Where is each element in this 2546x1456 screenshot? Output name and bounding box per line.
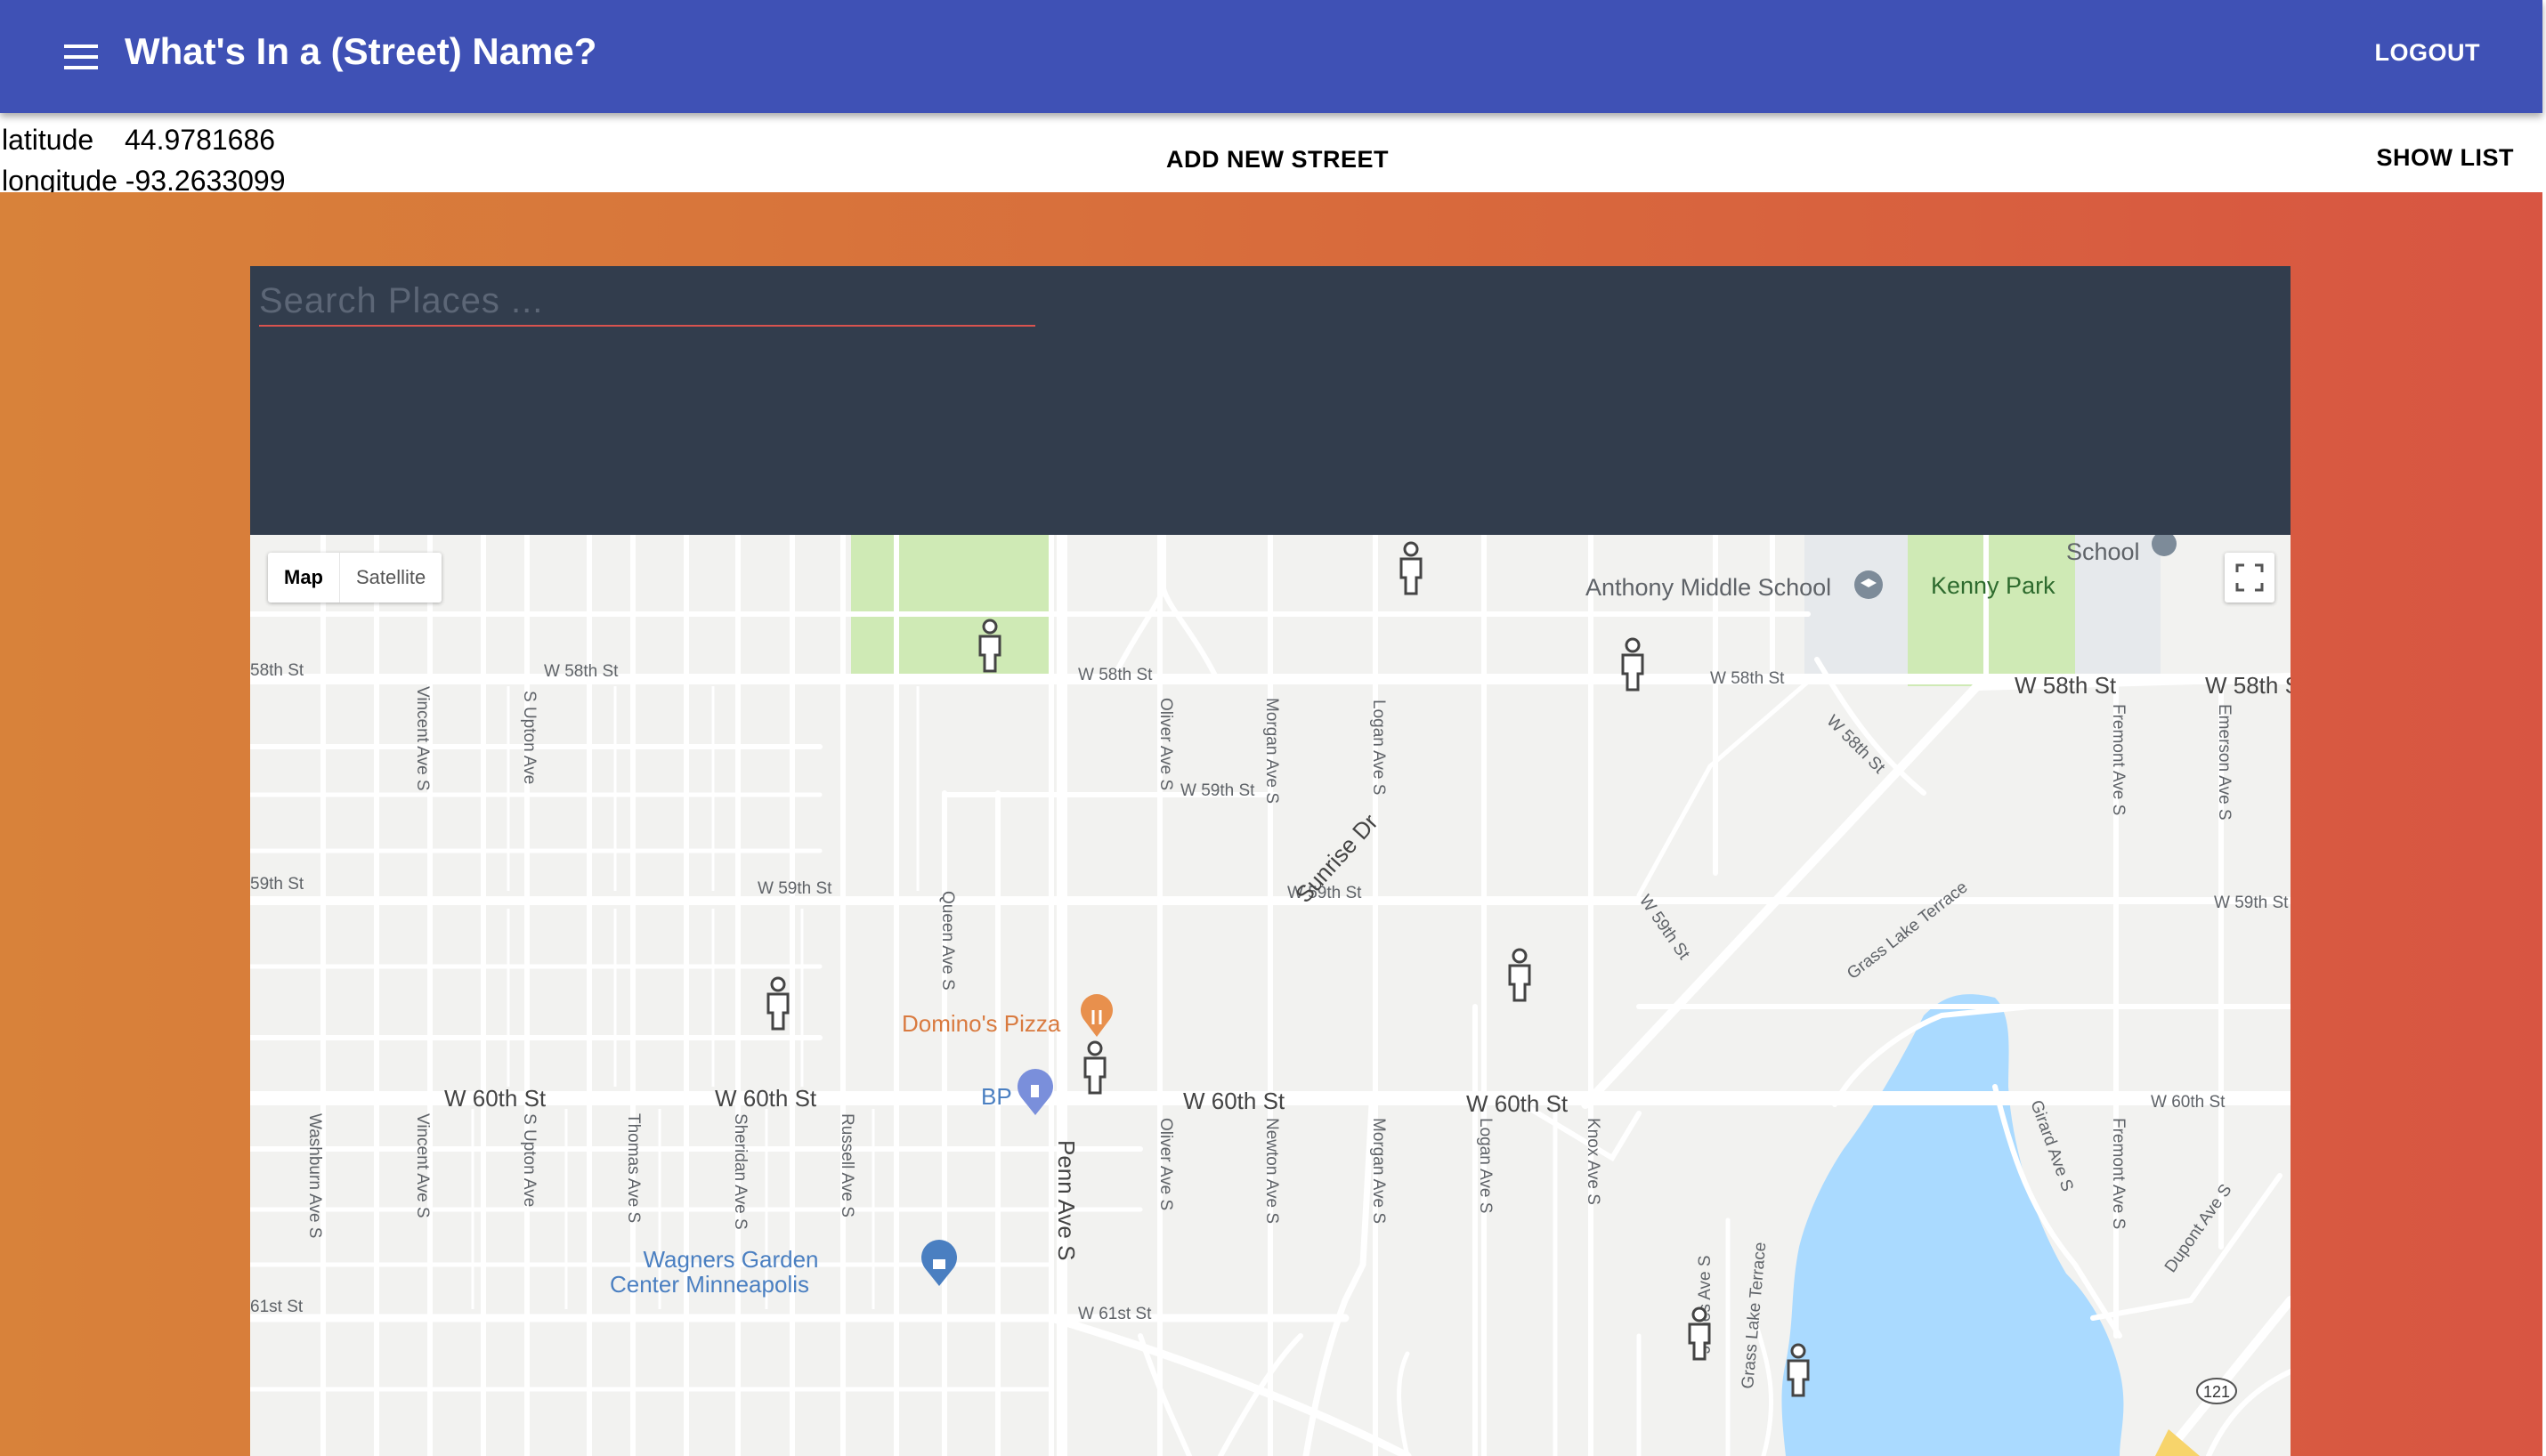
street-label: Sheridan Ave S — [731, 1113, 750, 1230]
school-icon — [1854, 570, 1883, 599]
wagners-label-line2: Center Minneapolis — [610, 1271, 809, 1298]
fullscreen-icon[interactable] — [2225, 553, 2274, 603]
street-label: 59th St — [250, 875, 304, 894]
latitude-value: 44.9781686 — [125, 124, 276, 156]
street-label: Morgan Ave S — [1369, 1118, 1388, 1224]
street-label: Oliver Ave S — [1156, 698, 1175, 790]
street-label: Oliver Ave S — [1156, 1118, 1175, 1210]
street-label: Thomas Ave S — [624, 1113, 643, 1223]
map-type-satellite-button[interactable]: Satellite — [339, 553, 442, 603]
menu-icon[interactable] — [57, 34, 107, 80]
street-label: Logan Ave S — [1369, 700, 1388, 795]
map-canvas[interactable]: 58th St W 58th St W 58th St W 58th St 59… — [250, 535, 2291, 1456]
street-label: W 60th St — [444, 1085, 547, 1112]
street-label: Washburn Ave S — [305, 1113, 324, 1238]
latitude-row: latitude 44.9781686 — [2, 119, 286, 160]
street-label: Russell Ave S — [838, 1113, 856, 1217]
map-type-control: Map Satellite — [268, 553, 442, 603]
street-label: Morgan Ave S — [1262, 698, 1281, 804]
street-label: S Upton Ave — [520, 691, 539, 784]
dominos-pizza-label: Domino's Pizza — [902, 1010, 1061, 1037]
street-label: W 61st St — [1078, 1305, 1152, 1323]
add-new-street-button[interactable]: ADD NEW STREET — [1166, 146, 1389, 174]
street-label: W 60th St — [1183, 1088, 1285, 1114]
bp-label: BP — [981, 1083, 1012, 1110]
kenny-park-label: Kenny Park — [1931, 572, 2055, 599]
street-label: S Upton Ave — [520, 1113, 539, 1207]
street-label: 61st St — [250, 1298, 304, 1316]
street-label: Newton Ave S — [1262, 1118, 1281, 1224]
street-label: W 59th St — [2214, 894, 2289, 912]
street-label: W 60th St — [715, 1085, 817, 1112]
kenny-park-area — [1908, 535, 2075, 686]
highway-shield-icon: 121 — [2196, 1378, 2237, 1404]
search-panel — [250, 266, 2291, 535]
street-label: Vincent Ave S — [413, 1113, 432, 1218]
street-label: Queen Ave S — [938, 891, 957, 991]
street-label: W 60th St — [1466, 1090, 1569, 1117]
street-label: W 59th St — [758, 879, 832, 898]
anthony-middle-school-label: Anthony Middle School — [1585, 574, 1831, 601]
logout-button[interactable]: LOGOUT — [2375, 39, 2481, 67]
street-label: 58th St — [250, 661, 304, 680]
highway-shield-label: 121 — [2203, 1383, 2230, 1401]
street-label: W 58th St — [2015, 672, 2117, 699]
street-label: W 58th St — [544, 662, 619, 681]
search-places-input[interactable] — [259, 277, 1035, 327]
map-type-map-button[interactable]: Map — [268, 553, 339, 603]
street-label: Vincent Ave S — [413, 686, 432, 791]
wagners-label-line1: Wagners Garden — [643, 1246, 818, 1273]
street-label: W 58th St — [1710, 669, 1785, 688]
street-label: W 58th St — [1078, 666, 1153, 684]
latitude-label: latitude — [2, 124, 94, 156]
street-label: Knox Ave S — [1584, 1118, 1602, 1205]
street-label: W 59th St — [1180, 781, 1255, 800]
show-list-button[interactable]: SHOW LIST — [2377, 144, 2515, 172]
app-title: What's In a (Street) Name? — [125, 30, 597, 72]
app-bar: What's In a (Street) Name? LOGOUT — [0, 0, 2542, 113]
street-label: Logan Ave S — [1476, 1118, 1495, 1213]
street-label: Penn Ave S — [1053, 1140, 1080, 1260]
school-label: School — [2066, 538, 2140, 565]
street-label: W 60th St — [2151, 1093, 2226, 1112]
street-label: Fremont Ave S — [2109, 1118, 2128, 1229]
street-label: Emerson Ave S — [2215, 704, 2234, 821]
coordinates-readout: latitude 44.9781686 longitude -93.2633099 — [2, 119, 286, 201]
street-label: Fremont Ave S — [2109, 704, 2128, 815]
map-view[interactable]: 58th St W 58th St W 58th St W 58th St 59… — [250, 535, 2291, 1456]
street-label: W 58th St — [2205, 672, 2291, 699]
park-area — [851, 535, 1049, 674]
